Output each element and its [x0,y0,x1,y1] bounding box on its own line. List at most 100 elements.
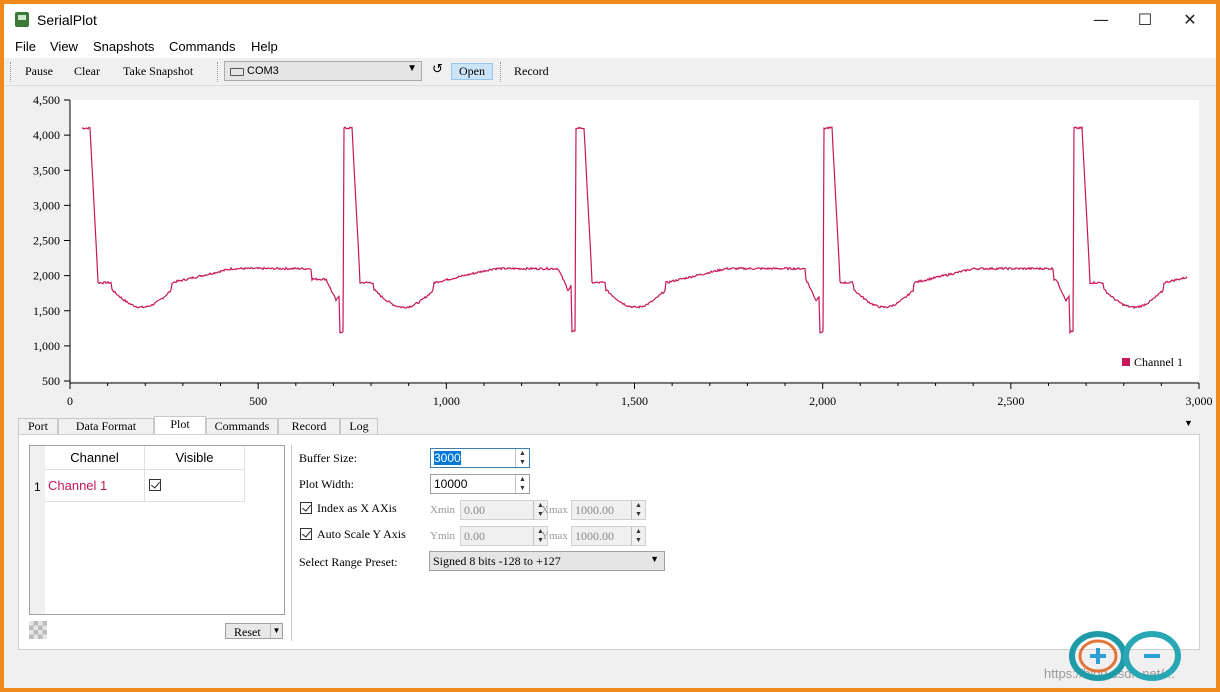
pause-button[interactable]: Pause [25,64,53,79]
ymin-input[interactable]: 0.00 ▲ ▼ [460,526,548,546]
ymax-input[interactable]: 1000.00 ▲ ▼ [571,526,646,546]
tab-commands[interactable]: Commands [206,418,278,434]
chevron-down-icon[interactable]: ▼ [270,624,282,638]
chevron-down-icon: ▼ [407,63,417,74]
range-preset-select[interactable]: Signed 8 bits -128 to +127 ▼ [429,551,665,571]
visible-checkbox[interactable] [149,479,161,491]
y-tick-label: 4,000 [33,128,60,142]
tab-log[interactable]: Log [340,418,378,434]
ymin-label: Ymin [430,530,456,542]
auto-scale-checkbox[interactable] [300,528,312,540]
spin-arrows-icon[interactable]: ▲ ▼ [515,449,529,467]
menu-file[interactable]: File [15,39,36,54]
legend-label: Channel 1 [1134,355,1183,369]
reset-button[interactable]: Reset ▼ [225,623,283,639]
row-index: 1 [34,480,41,494]
menu-view[interactable]: View [50,39,78,54]
spin-arrows-icon[interactable]: ▲ ▼ [631,527,645,545]
serial-port-icon [230,68,244,76]
refresh-icon[interactable]: ↺ [432,62,443,77]
channel-table[interactable]: Channel Visible 1 Channel 1 [29,445,285,615]
column-header-visible[interactable]: Visible [145,446,245,470]
buffer-size-value: 3000 [434,451,461,465]
xmin-input[interactable]: 0.00 ▲ ▼ [460,500,548,520]
maximize-button[interactable]: ☐ [1122,4,1168,36]
plot-width-label: Plot Width: [299,477,354,491]
menu-help[interactable]: Help [251,39,278,54]
column-header-channel[interactable]: Channel [45,446,145,470]
x-tick-label: 2,000 [809,394,836,408]
xmax-label: Xmax [541,504,568,516]
port-select[interactable]: COM3 ▼ [224,61,422,81]
ecg-chart[interactable]: 500 1,000 1,500 2,000 2,500 3,000 3,500 4,000 4,… [4,86,1216,416]
ymax-value: 1000.00 [575,529,614,543]
buffer-size-label: Buffer Size: [299,451,358,465]
auto-scale-label: Auto Scale Y Axis [317,527,406,541]
clear-button[interactable]: Clear [74,64,100,79]
y-tick-label: 2,500 [33,234,60,248]
menu-snapshots[interactable]: Snapshots [93,39,154,54]
reset-button-label: Reset [234,625,261,639]
plot-width-input[interactable]: 10000 ▲ ▼ [430,474,530,494]
menu-bar: File View Snapshots Commands Help [4,36,1216,58]
y-tick-label: 1,500 [33,304,60,318]
toolbar-grip[interactable] [500,62,503,82]
tab-data-format[interactable]: Data Format [58,418,154,434]
index-as-x-checkbox[interactable] [300,502,312,514]
app-window: SerialPlot — ☐ ✕ File View Snapshots Com… [4,4,1216,688]
spin-arrows-icon[interactable]: ▲ ▼ [515,475,529,493]
color-picker-icon[interactable] [29,621,47,639]
range-preset-label: Select Range Preset: [299,555,398,569]
close-button[interactable]: ✕ [1167,4,1213,36]
x-tick-label: 0 [67,394,73,408]
y-tick-label: 3,500 [33,163,60,177]
y-tick-label: 4,500 [33,93,60,107]
tab-port[interactable]: Port [18,418,58,434]
arduino-logo [1069,631,1181,681]
toolbar: Pause Clear Take Snapshot COM3 ▼ ↺ Open … [4,59,1216,86]
row-header-column [30,446,45,614]
spin-arrows-icon[interactable]: ▲ ▼ [631,501,645,519]
tab-record[interactable]: Record [278,418,340,434]
menu-commands[interactable]: Commands [169,39,235,54]
plot-width-value: 10000 [434,477,468,491]
ymin-value: 0.00 [464,529,485,543]
minimize-button[interactable]: — [1078,4,1124,36]
y-tick-label: 3,000 [33,198,60,212]
plot-area[interactable]: 500 1,000 1,500 2,000 2,500 3,000 3,500 4,000 4,… [4,86,1216,416]
xmin-value: 0.00 [464,503,485,517]
divider [291,445,292,641]
xmin-label: Xmin [430,504,456,516]
y-tick-label: 1,000 [33,339,60,353]
xmax-input[interactable]: 1000.00 ▲ ▼ [571,500,646,520]
x-tick-label: 1,500 [621,394,648,408]
channel-name[interactable]: Channel 1 [48,478,107,493]
x-tick-label: 500 [249,394,267,408]
legend-swatch [1122,358,1130,366]
record-button[interactable]: Record [514,64,549,79]
ymax-label: Ymax [541,530,568,542]
tabs-menu-icon[interactable]: ▼ [1184,418,1193,428]
app-icon [15,12,29,27]
table-row[interactable]: Channel 1 [45,470,145,502]
chevron-down-icon: ▼ [650,554,659,564]
y-tick-label: 500 [42,374,60,388]
plot-settings-panel: Channel Visible 1 Channel 1 Reset ▼ Buff… [18,434,1200,650]
open-button[interactable]: Open [451,63,493,80]
xmax-value: 1000.00 [575,503,614,517]
tab-plot[interactable]: Plot [154,416,206,435]
buffer-size-input[interactable]: 3000 ▲ ▼ [430,448,530,468]
range-preset-value: Signed 8 bits -128 to +127 [433,554,561,568]
take-snapshot-button[interactable]: Take Snapshot [123,64,193,79]
y-tick-label: 2,000 [33,269,60,283]
port-select-value: COM3 [247,65,279,77]
index-as-x-label: Index as X AXis [317,501,397,515]
plot-canvas [70,100,1199,381]
x-tick-label: 1,000 [433,394,460,408]
toolbar-grip[interactable] [10,62,13,82]
toolbar-grip[interactable] [217,62,220,82]
title-bar[interactable]: SerialPlot — ☐ ✕ [4,4,1216,36]
visible-cell [145,470,245,502]
x-tick-label: 3,000 [1186,394,1213,408]
x-tick-label: 2,500 [997,394,1024,408]
